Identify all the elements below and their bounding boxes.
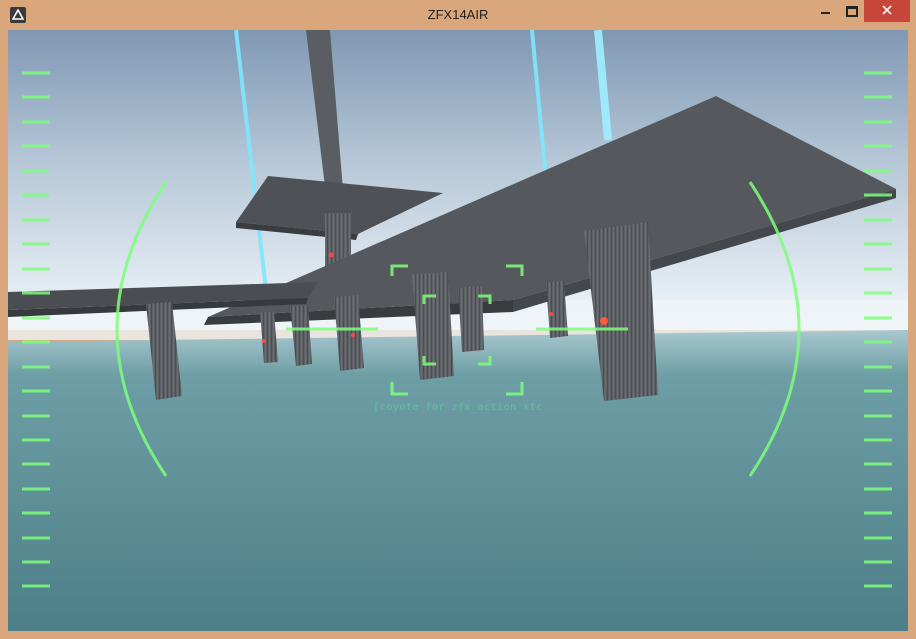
game-viewport[interactable]: [coyote for zfx_action_xtc (8, 30, 908, 631)
minimize-button[interactable] (812, 0, 838, 22)
window-title: ZFX14AIR (427, 7, 489, 22)
close-icon (882, 5, 892, 15)
game-window: ZFX14AIR [coyote for zfx_action_xtc (0, 0, 916, 639)
hud-status-text: [coyote for zfx_action_xtc (373, 402, 543, 413)
title-bar[interactable]: ZFX14AIR (0, 0, 916, 30)
close-button[interactable] (864, 0, 910, 22)
maximize-button[interactable] (838, 0, 864, 22)
minimize-icon (821, 12, 830, 14)
maximize-icon (846, 6, 858, 17)
ocean (8, 330, 908, 631)
